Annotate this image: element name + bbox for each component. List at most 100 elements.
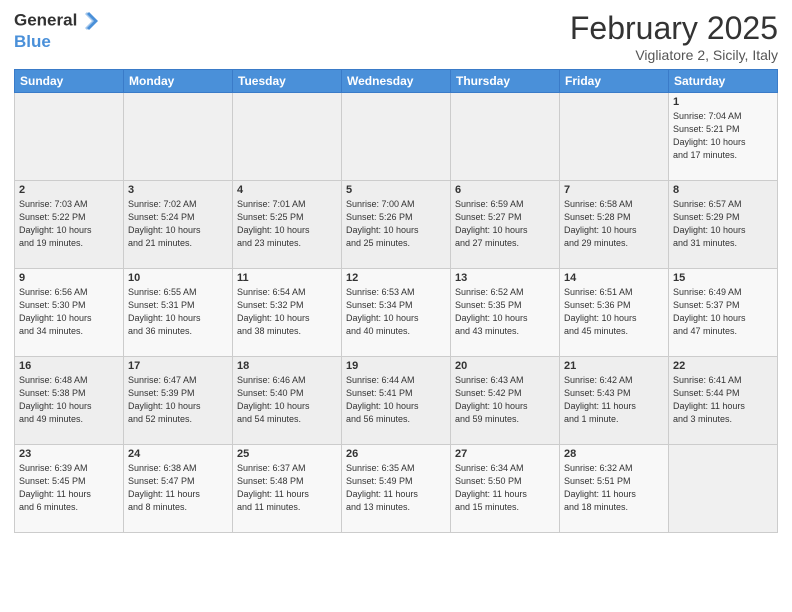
day-number: 17 [128, 360, 228, 372]
day-number: 2 [19, 184, 119, 196]
table-row [124, 93, 233, 181]
table-row [451, 93, 560, 181]
table-row: 24 Sunrise: 6:38 AM Sunset: 5:47 PM Dayli… [124, 445, 233, 533]
day-info: Sunrise: 6:51 AM Sunset: 5:36 PM Dayligh… [564, 286, 664, 338]
table-row: 26 Sunrise: 6:35 AM Sunset: 5:49 PM Dayli… [342, 445, 451, 533]
table-row: 7 Sunrise: 6:58 AM Sunset: 5:28 PM Daylig… [560, 181, 669, 269]
table-row: 3 Sunrise: 7:02 AM Sunset: 5:24 PM Daylig… [124, 181, 233, 269]
day-number: 26 [346, 448, 446, 460]
table-row [233, 93, 342, 181]
day-number: 25 [237, 448, 337, 460]
col-monday: Monday [124, 70, 233, 93]
day-number: 23 [19, 448, 119, 460]
table-row: 2 Sunrise: 7:03 AM Sunset: 5:22 PM Daylig… [15, 181, 124, 269]
day-info: Sunrise: 7:00 AM Sunset: 5:26 PM Dayligh… [346, 198, 446, 250]
calendar-table: Sunday Monday Tuesday Wednesday Thursday… [14, 69, 778, 533]
logo-general: General [14, 10, 77, 29]
col-tuesday: Tuesday [233, 70, 342, 93]
table-row: 4 Sunrise: 7:01 AM Sunset: 5:25 PM Daylig… [233, 181, 342, 269]
table-row: 13 Sunrise: 6:52 AM Sunset: 5:35 PM Dayli… [451, 269, 560, 357]
col-thursday: Thursday [451, 70, 560, 93]
day-number: 9 [19, 272, 119, 284]
day-info: Sunrise: 6:47 AM Sunset: 5:39 PM Dayligh… [128, 374, 228, 426]
day-number: 1 [673, 96, 773, 108]
table-row: 22 Sunrise: 6:41 AM Sunset: 5:44 PM Dayli… [669, 357, 778, 445]
day-info: Sunrise: 6:57 AM Sunset: 5:29 PM Dayligh… [673, 198, 773, 250]
logo: General Blue [14, 10, 101, 52]
table-row: 20 Sunrise: 6:43 AM Sunset: 5:42 PM Dayli… [451, 357, 560, 445]
table-row: 25 Sunrise: 6:37 AM Sunset: 5:48 PM Dayli… [233, 445, 342, 533]
calendar-header-row: Sunday Monday Tuesday Wednesday Thursday… [15, 70, 778, 93]
day-number: 28 [564, 448, 664, 460]
table-row: 16 Sunrise: 6:48 AM Sunset: 5:38 PM Dayli… [15, 357, 124, 445]
day-info: Sunrise: 6:43 AM Sunset: 5:42 PM Dayligh… [455, 374, 555, 426]
day-info: Sunrise: 6:46 AM Sunset: 5:40 PM Dayligh… [237, 374, 337, 426]
day-info: Sunrise: 7:01 AM Sunset: 5:25 PM Dayligh… [237, 198, 337, 250]
table-row: 23 Sunrise: 6:39 AM Sunset: 5:45 PM Dayli… [15, 445, 124, 533]
day-info: Sunrise: 7:04 AM Sunset: 5:21 PM Dayligh… [673, 110, 773, 162]
day-info: Sunrise: 6:53 AM Sunset: 5:34 PM Dayligh… [346, 286, 446, 338]
day-info: Sunrise: 6:41 AM Sunset: 5:44 PM Dayligh… [673, 374, 773, 426]
day-info: Sunrise: 6:55 AM Sunset: 5:31 PM Dayligh… [128, 286, 228, 338]
day-info: Sunrise: 6:35 AM Sunset: 5:49 PM Dayligh… [346, 462, 446, 514]
day-number: 7 [564, 184, 664, 196]
day-number: 16 [19, 360, 119, 372]
day-info: Sunrise: 6:54 AM Sunset: 5:32 PM Dayligh… [237, 286, 337, 338]
day-number: 11 [237, 272, 337, 284]
day-number: 4 [237, 184, 337, 196]
day-info: Sunrise: 7:02 AM Sunset: 5:24 PM Dayligh… [128, 198, 228, 250]
day-number: 19 [346, 360, 446, 372]
day-number: 15 [673, 272, 773, 284]
day-number: 20 [455, 360, 555, 372]
table-row: 5 Sunrise: 7:00 AM Sunset: 5:26 PM Daylig… [342, 181, 451, 269]
table-row: 28 Sunrise: 6:32 AM Sunset: 5:51 PM Dayli… [560, 445, 669, 533]
table-row [342, 93, 451, 181]
table-row: 8 Sunrise: 6:57 AM Sunset: 5:29 PM Daylig… [669, 181, 778, 269]
day-info: Sunrise: 7:03 AM Sunset: 5:22 PM Dayligh… [19, 198, 119, 250]
table-row: 12 Sunrise: 6:53 AM Sunset: 5:34 PM Dayli… [342, 269, 451, 357]
day-number: 22 [673, 360, 773, 372]
day-info: Sunrise: 6:32 AM Sunset: 5:51 PM Dayligh… [564, 462, 664, 514]
table-row [15, 93, 124, 181]
page-header: General Blue February 2025 Vigliatore 2,… [14, 10, 778, 63]
month-title: February 2025 [570, 10, 778, 47]
day-info: Sunrise: 6:49 AM Sunset: 5:37 PM Dayligh… [673, 286, 773, 338]
day-info: Sunrise: 6:34 AM Sunset: 5:50 PM Dayligh… [455, 462, 555, 514]
col-saturday: Saturday [669, 70, 778, 93]
day-number: 13 [455, 272, 555, 284]
location: Vigliatore 2, Sicily, Italy [570, 47, 778, 63]
table-row: 11 Sunrise: 6:54 AM Sunset: 5:32 PM Dayli… [233, 269, 342, 357]
day-number: 8 [673, 184, 773, 196]
col-wednesday: Wednesday [342, 70, 451, 93]
day-info: Sunrise: 6:38 AM Sunset: 5:47 PM Dayligh… [128, 462, 228, 514]
table-row [560, 93, 669, 181]
day-info: Sunrise: 6:59 AM Sunset: 5:27 PM Dayligh… [455, 198, 555, 250]
logo-icon [78, 10, 100, 32]
table-row: 18 Sunrise: 6:46 AM Sunset: 5:40 PM Dayli… [233, 357, 342, 445]
col-friday: Friday [560, 70, 669, 93]
day-number: 18 [237, 360, 337, 372]
table-row [669, 445, 778, 533]
day-number: 10 [128, 272, 228, 284]
day-number: 5 [346, 184, 446, 196]
day-number: 14 [564, 272, 664, 284]
table-row: 21Sunrise: 6:42 AM Sunset: 5:43 PM Dayli… [560, 357, 669, 445]
day-info: Sunrise: 6:44 AM Sunset: 5:41 PM Dayligh… [346, 374, 446, 426]
day-info: Sunrise: 6:48 AM Sunset: 5:38 PM Dayligh… [19, 374, 119, 426]
day-number: 6 [455, 184, 555, 196]
day-info: Sunrise: 6:56 AM Sunset: 5:30 PM Dayligh… [19, 286, 119, 338]
day-info: Sunrise: 6:52 AM Sunset: 5:35 PM Dayligh… [455, 286, 555, 338]
day-number: 12 [346, 272, 446, 284]
day-info: Sunrise: 6:39 AM Sunset: 5:45 PM Dayligh… [19, 462, 119, 514]
table-row: 17 Sunrise: 6:47 AM Sunset: 5:39 PM Dayli… [124, 357, 233, 445]
table-row: 9 Sunrise: 6:56 AM Sunset: 5:30 PM Daylig… [15, 269, 124, 357]
day-info: Sunrise: 6:37 AM Sunset: 5:48 PM Dayligh… [237, 462, 337, 514]
day-number: 3 [128, 184, 228, 196]
day-number: 27 [455, 448, 555, 460]
table-row: 10 Sunrise: 6:55 AM Sunset: 5:31 PM Dayli… [124, 269, 233, 357]
table-row: 19 Sunrise: 6:44 AM Sunset: 5:41 PM Dayli… [342, 357, 451, 445]
title-block: February 2025 Vigliatore 2, Sicily, Ital… [570, 10, 778, 63]
day-number: 24 [128, 448, 228, 460]
day-info: Sunrise: 6:42 AM Sunset: 5:43 PM Dayligh… [564, 374, 664, 426]
day-info: Sunrise: 6:58 AM Sunset: 5:28 PM Dayligh… [564, 198, 664, 250]
